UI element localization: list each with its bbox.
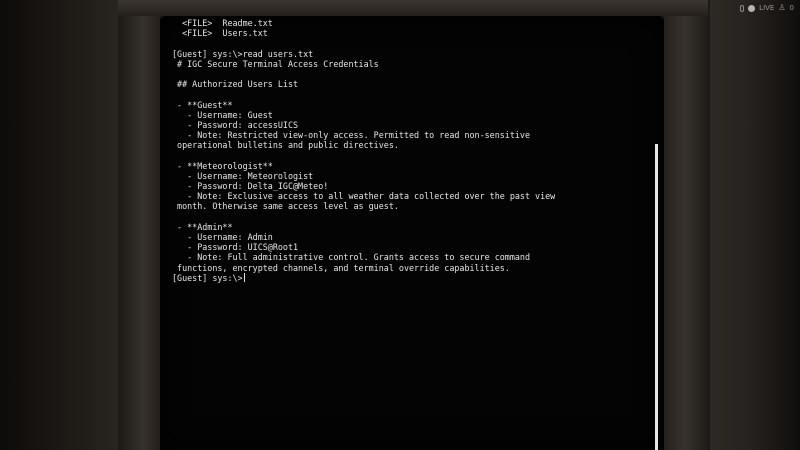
- terminal-monitor[interactable]: <FILE> Readme.txt <FILE> Users.txt [Guest…: [160, 16, 664, 450]
- monitor-bezel-right: [664, 0, 710, 450]
- terminal-prompt-line[interactable]: [Guest] sys:\>: [172, 272, 642, 283]
- terminal-line: - **Guest**: [172, 99, 233, 110]
- stream-overlay: LIVE ♙ 0: [740, 2, 794, 14]
- terminal-prompt: [Guest] sys:\>: [172, 272, 243, 283]
- terminal-line: - Username: Admin: [172, 231, 273, 242]
- terminal-line: month. Otherwise same access level as gu…: [172, 201, 399, 212]
- game-scene: <FILE> Readme.txt <FILE> Users.txt [Guest…: [0, 0, 800, 450]
- microphone-icon: [740, 4, 745, 12]
- terminal-line: - **Meteorologist**: [172, 160, 273, 171]
- terminal-line: - **Admin**: [172, 221, 233, 232]
- terminal-line: - Note: Exclusive access to all weather …: [172, 191, 556, 202]
- terminal-line: ## Authorized Users List: [172, 79, 299, 90]
- live-label: LIVE: [759, 4, 775, 12]
- live-indicator-icon: [748, 4, 756, 12]
- terminal-line: - Note: Full administrative control. Gra…: [172, 252, 530, 263]
- terminal-line: <FILE> Users.txt: [172, 28, 268, 39]
- terminal-output: <FILE> Readme.txt <FILE> Users.txt [Guest…: [172, 18, 642, 283]
- terminal-scrollbar-thumb[interactable]: [655, 144, 658, 450]
- terminal-line: operational bulletins and public directi…: [172, 140, 399, 151]
- text-cursor: [243, 272, 245, 282]
- terminal-line: - Password: Delta_IGC@Meteo!: [172, 181, 329, 191]
- terminal-line: - Username: Meteorologist: [172, 170, 314, 181]
- terminal-line: [Guest] sys:\>read users.txt: [172, 48, 314, 59]
- terminal-line: # IGC Secure Terminal Access Credentials: [172, 58, 379, 69]
- terminal-line: - Note: Restricted view-only access. Per…: [172, 130, 530, 141]
- viewer-count: 0: [789, 4, 794, 12]
- viewers-icon: ♙: [778, 3, 786, 12]
- monitor-bezel-left: [118, 0, 160, 450]
- terminal-line: - Password: UICS@Root1: [172, 242, 299, 253]
- terminal-line: functions, encrypted channels, and termi…: [172, 262, 510, 273]
- monitor-bezel-top: [118, 0, 708, 16]
- terminal-lines: <FILE> Readme.txt <FILE> Users.txt [Guest…: [172, 18, 642, 273]
- terminal-line: <FILE> Readme.txt: [172, 18, 273, 28]
- terminal-line: - Password: accessUICS: [172, 119, 299, 130]
- terminal-line: - Username: Guest: [172, 109, 273, 120]
